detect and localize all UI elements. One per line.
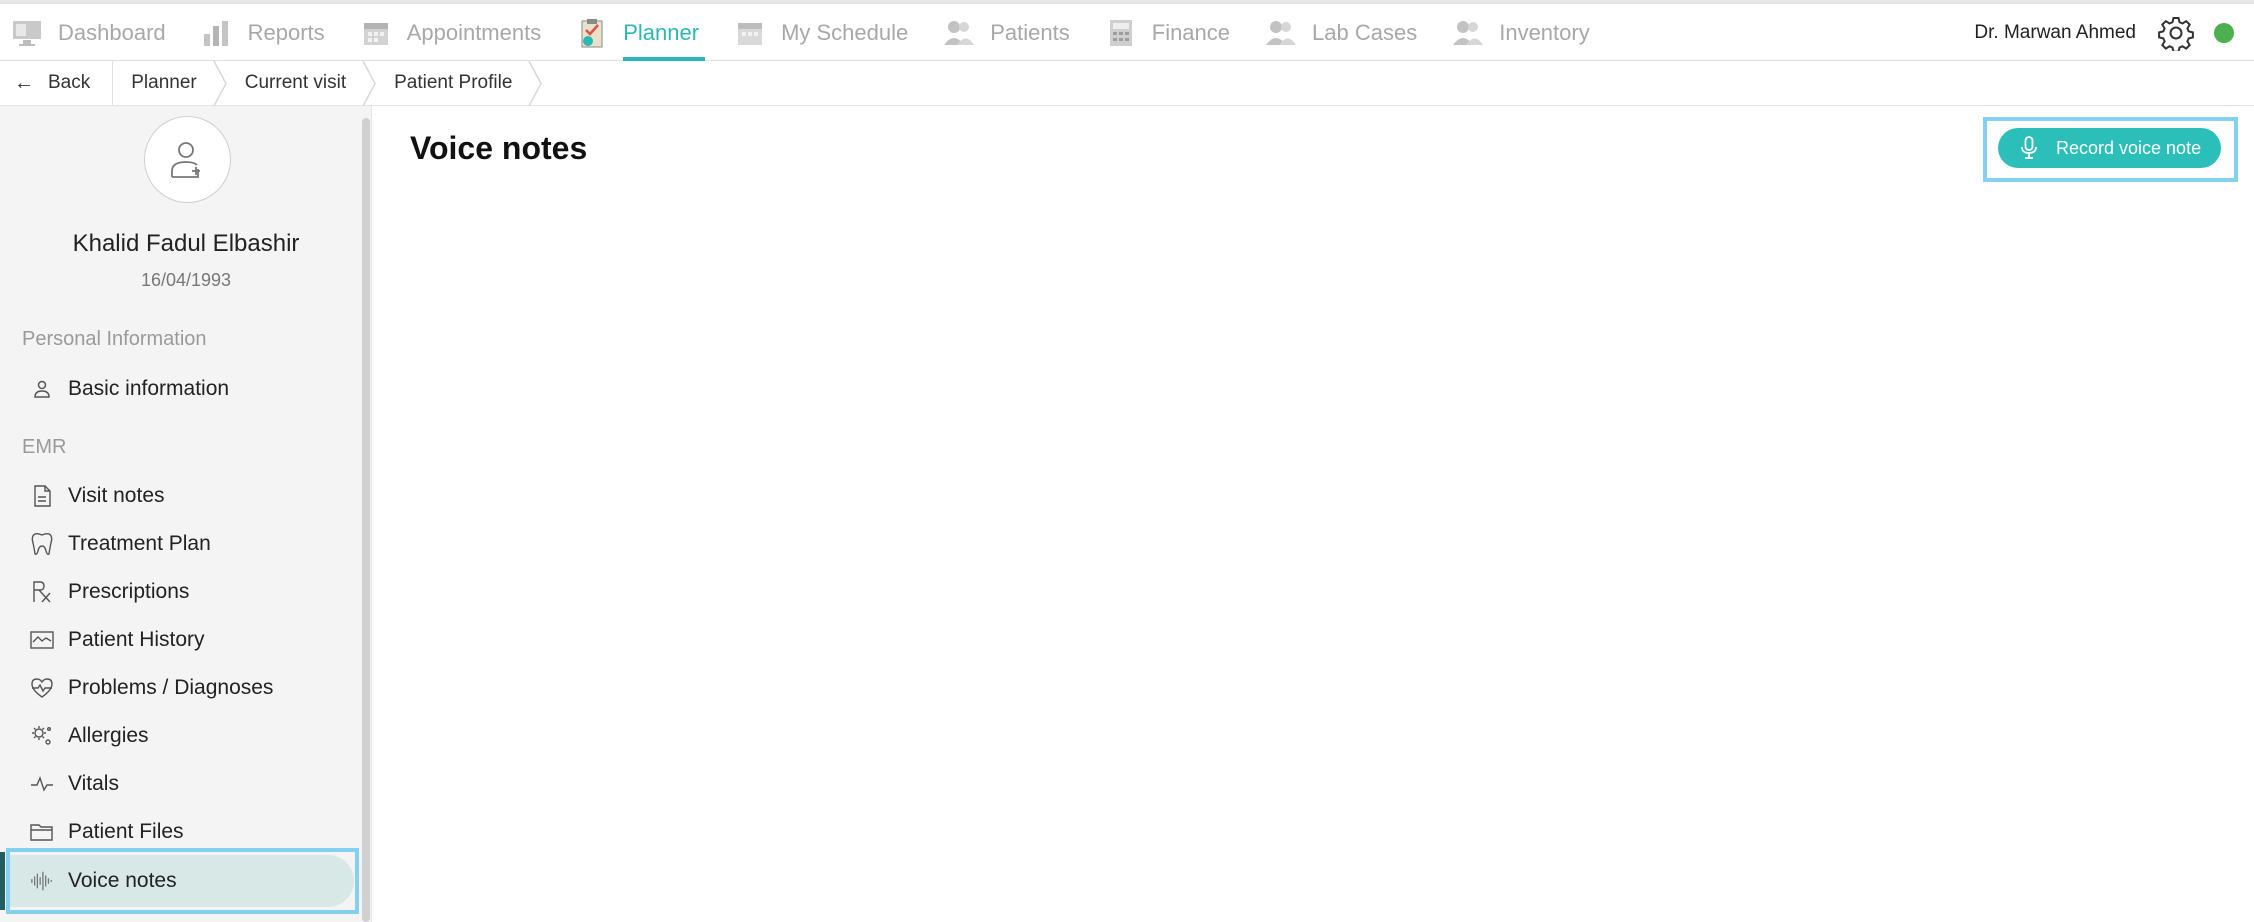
arrow-left-icon: ← (14, 71, 34, 94)
document-icon (30, 484, 54, 508)
add-user-icon (170, 141, 200, 178)
online-status-indicator (2214, 22, 2234, 43)
section-emr: EMR (22, 436, 67, 458)
active-item-indicator (0, 852, 5, 910)
breadcrumb-current-visit-label: Current visit (244, 72, 347, 93)
back-button[interactable]: ← Back (0, 60, 114, 106)
user-area: Dr. Marwan Ahmed (1974, 4, 2234, 61)
nav-dashboard-label: Dashboard (58, 19, 166, 45)
prescription-icon (30, 580, 54, 604)
record-voice-note-label: Record voice note (2056, 137, 2202, 158)
users-icon (1451, 17, 1485, 49)
sidebar-item-patient-history[interactable]: Patient History (30, 618, 205, 662)
section-personal-information: Personal Information (22, 328, 207, 350)
sidebar-item-label: Problems / Diagnoses (68, 676, 274, 699)
gear-icon[interactable] (2158, 15, 2194, 53)
nav-inventory[interactable]: Inventory (1451, 4, 1590, 61)
sidebar-item-label: Prescriptions (68, 580, 190, 603)
microphone-icon (2018, 136, 2040, 160)
users-icon (1264, 17, 1298, 49)
user-name[interactable]: Dr. Marwan Ahmed (1974, 22, 2136, 44)
breadcrumb-separator-icon (213, 60, 227, 106)
nav-my-schedule-label: My Schedule (781, 19, 909, 45)
nav-reports[interactable]: Reports (200, 4, 325, 61)
breadcrumb-patient-profile-label: Patient Profile (394, 72, 513, 93)
nav-finance-label: Finance (1151, 19, 1231, 45)
calculator-icon (1104, 17, 1138, 49)
sidebar-item-basic-information[interactable]: Basic information (30, 367, 229, 411)
sidebar-item-label: Patient History (68, 628, 205, 651)
user-icon (30, 377, 54, 401)
nav-lab-cases[interactable]: Lab Cases (1264, 4, 1417, 61)
users-icon (942, 17, 976, 49)
sidebar-item-label: Visit notes (68, 484, 165, 507)
nav-dashboard[interactable]: Dashboard (10, 4, 166, 61)
sidebar-item-treatment-plan[interactable]: Treatment Plan (30, 522, 211, 566)
nav-planner[interactable]: Planner (575, 4, 705, 61)
breadcrumb-patient-profile[interactable]: Patient Profile (376, 60, 543, 106)
sidebar-item-prescriptions[interactable]: Prescriptions (30, 570, 189, 614)
record-voice-note-button[interactable]: Record voice note (1998, 128, 2221, 168)
patient-sidebar: Khalid Fadul Elbashir 16/04/1993 Persona… (0, 106, 372, 922)
dashboard-monitor-icon (10, 17, 44, 49)
highlight-frame-voice-notes (6, 848, 359, 914)
sidebar-item-label: Patient Files (68, 820, 184, 843)
calendar-icon (359, 17, 393, 49)
breadcrumb-planner-label: Planner (131, 72, 197, 93)
top-navigation-bar: Dashboard Reports Appointments Planner M… (0, 0, 2254, 61)
nav-reports-label: Reports (247, 19, 325, 45)
sidebar-item-problems-diagnoses[interactable]: Problems / Diagnoses (30, 666, 273, 710)
page-title: Voice notes (410, 130, 588, 166)
heart-pulse-icon (30, 676, 54, 700)
breadcrumb-current-visit[interactable]: Current visit (227, 60, 376, 106)
history-chart-icon (30, 628, 54, 652)
nav-inventory-label: Inventory (1499, 19, 1590, 45)
nav-lab-cases-label: Lab Cases (1312, 19, 1418, 45)
nav-appointments[interactable]: Appointments (359, 4, 542, 61)
tooth-icon (30, 532, 54, 556)
patient-dob: 16/04/1993 (140, 270, 232, 290)
folder-icon (30, 820, 54, 844)
sidebar-item-label: Basic information (68, 377, 230, 400)
nav-my-schedule[interactable]: My Schedule (733, 4, 908, 61)
breadcrumb-separator-icon (362, 60, 376, 106)
main-nav: Dashboard Reports Appointments Planner M… (10, 4, 1624, 61)
nav-planner-label: Planner (623, 19, 700, 45)
breadcrumb-planner[interactable]: Planner (113, 60, 227, 106)
planner-clipboard-icon (575, 17, 609, 49)
nav-appointments-label: Appointments (406, 19, 542, 45)
patient-name: Khalid Fadul Elbashir (72, 230, 300, 257)
breadcrumb: ← Back Planner Current visit Patient Pro… (0, 60, 2254, 106)
nav-patients[interactable]: Patients (942, 4, 1070, 61)
bar-chart-icon (200, 17, 234, 49)
sidebar-item-label: Vitals (68, 772, 119, 795)
nav-finance[interactable]: Finance (1104, 4, 1230, 61)
sidebar-item-allergies[interactable]: Allergies (30, 714, 149, 758)
sidebar-item-label: Allergies (68, 724, 149, 747)
sidebar-item-label: Treatment Plan (68, 532, 211, 555)
pulse-icon (30, 772, 54, 796)
avatar[interactable] (144, 116, 231, 203)
breadcrumb-separator-icon (528, 60, 543, 106)
calendar-icon (733, 17, 767, 49)
nav-patients-label: Patients (990, 19, 1070, 45)
sidebar-item-vitals[interactable]: Vitals (30, 762, 119, 806)
sidebar-item-visit-notes[interactable]: Visit notes (30, 474, 165, 518)
back-label: Back (48, 72, 91, 93)
allergy-icon (30, 724, 54, 748)
